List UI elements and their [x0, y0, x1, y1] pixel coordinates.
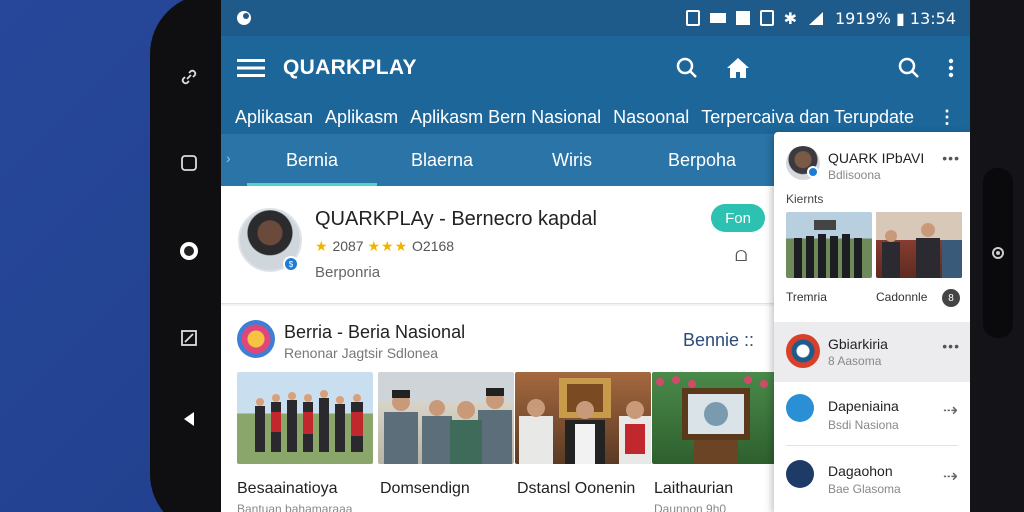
app-card-title: QUARKPLAy - Bernecro kapdal [315, 208, 597, 230]
category-item[interactable]: Aplikasm Bern Nasional [410, 107, 601, 128]
home-circle-icon[interactable] [178, 240, 200, 262]
panel-row-title[interactable]: Dapeniaina [828, 398, 899, 414]
more-vert-icon[interactable]: ⋮ [938, 107, 956, 128]
news-subcaption: Daunnon 9h0 [654, 502, 727, 512]
status-bar: ✱ 1919% ▮ 13:54 [221, 0, 970, 36]
share-icon[interactable]: ⇢ [943, 400, 958, 421]
star-icon: ★ [315, 238, 329, 254]
category-item[interactable]: Aplikasan [235, 107, 313, 128]
star-icon: ★★★ [367, 238, 409, 254]
square-icon[interactable] [178, 152, 200, 174]
news-caption[interactable]: Laithaurian [654, 480, 733, 498]
rating-value: 2087 [332, 238, 364, 254]
tab-bernia[interactable]: Bernia [247, 134, 377, 186]
home-icon[interactable] [726, 57, 750, 79]
store-icon [786, 394, 814, 422]
category-bar: Aplikasan Aplikasm Aplikasm Bern Nasiona… [221, 100, 970, 134]
phone-icon [685, 10, 700, 26]
panel-row-subtitle: Bae Glasoma [828, 482, 901, 496]
news-thumbnail[interactable] [515, 372, 651, 464]
review-count: O2168 [412, 238, 455, 254]
panel-row-subtitle: 8 Aasoma [828, 354, 882, 368]
camera-icon [983, 168, 1013, 338]
panel-caption: Cadonnle [876, 290, 928, 304]
search-icon[interactable] [676, 57, 698, 79]
count-badge: 8 [942, 289, 960, 307]
news-caption[interactable]: Besaainatioya [237, 480, 338, 498]
panel-row-title[interactable]: Gbiarkiria [828, 336, 888, 352]
app-card-subtitle: Berponria [315, 264, 381, 281]
edit-icon[interactable] [178, 327, 200, 349]
news-thumbnail[interactable] [378, 372, 514, 464]
news-caption[interactable]: Dstansl Oonenin [517, 480, 635, 498]
section-title: Berria - Beria Nasional [284, 322, 466, 342]
app-icon [786, 460, 814, 488]
verified-icon [807, 166, 819, 178]
bluetooth-icon: ✱ [783, 8, 797, 28]
news-logo [237, 320, 275, 358]
category-item[interactable]: Aplikasm [325, 107, 398, 128]
panel-caption: Tremria [786, 290, 827, 304]
panel-subtitle: Bdlisoona [828, 168, 881, 182]
news-thumbnail[interactable] [237, 372, 373, 464]
signal-icon [808, 12, 823, 25]
panel-row-title[interactable]: Dagaohon [828, 463, 893, 479]
qr-icon [735, 11, 750, 25]
news-subcaption: Bantuan bahamaraaa [237, 502, 353, 512]
notification-icon [237, 11, 251, 25]
download-icon[interactable]: ᗝ [735, 248, 747, 265]
more-vert-icon[interactable] [948, 58, 954, 78]
more-horiz-icon[interactable]: ••• [942, 150, 960, 166]
menu-icon[interactable] [237, 58, 265, 78]
verified-icon: $ [283, 256, 299, 272]
panel-title: QUARK IPbAVI [828, 150, 925, 166]
app-bar: QUARKPLAY [221, 36, 970, 100]
open-button[interactable]: Fon [711, 204, 765, 232]
more-horiz-icon[interactable]: ••• [942, 338, 960, 354]
tab-wiris[interactable]: Wiris [507, 134, 637, 186]
panel-thumbnail[interactable] [876, 212, 962, 278]
category-item[interactable]: Nasoonal [613, 107, 689, 128]
panel-row-subtitle: Bsdi Nasiona [828, 418, 899, 432]
news-thumbnail[interactable] [652, 372, 776, 464]
rating: ★ 2087 ★★★ O2168 [315, 238, 454, 255]
back-icon[interactable] [178, 408, 200, 430]
news-caption[interactable]: Domsendign [380, 480, 470, 498]
divider [786, 445, 958, 446]
app-title: QUARKPLAY [283, 56, 417, 79]
section-subtitle: Renonar Jagtsir Sdlonea [284, 345, 439, 361]
panel-thumbnail[interactable] [786, 212, 872, 278]
more-link[interactable]: Bennie :: [683, 330, 754, 351]
link-icon[interactable] [178, 66, 200, 88]
news-section: Berria - Beria Nasional Renonar Jagtsir … [221, 306, 776, 512]
screen-icon [759, 10, 774, 26]
app-icon [786, 334, 820, 368]
tab-berpoha[interactable]: Berpoha [637, 134, 767, 186]
battery-time: 1919% ▮ 13:54 [834, 8, 956, 28]
side-panel: QUARK IPbAVI Bdlisoona ••• Kiernts Tremr… [774, 132, 970, 512]
share-icon[interactable]: ⇢ [943, 466, 958, 487]
app-card[interactable]: $ QUARKPLAy - Bernecro kapdal ★ 2087 ★★★… [221, 186, 776, 304]
section-label: Kiernts [786, 192, 824, 206]
tab-blaerna[interactable]: Blaerna [377, 134, 507, 186]
search-icon[interactable] [898, 57, 920, 79]
chevron-left-icon[interactable]: › [226, 150, 231, 166]
cast-icon [709, 13, 726, 23]
app-screen: ✱ 1919% ▮ 13:54 QUARKPLAY Aplikasan Apli… [221, 0, 970, 512]
category-item[interactable]: Terpercaiva dan Terupdate [701, 107, 914, 128]
